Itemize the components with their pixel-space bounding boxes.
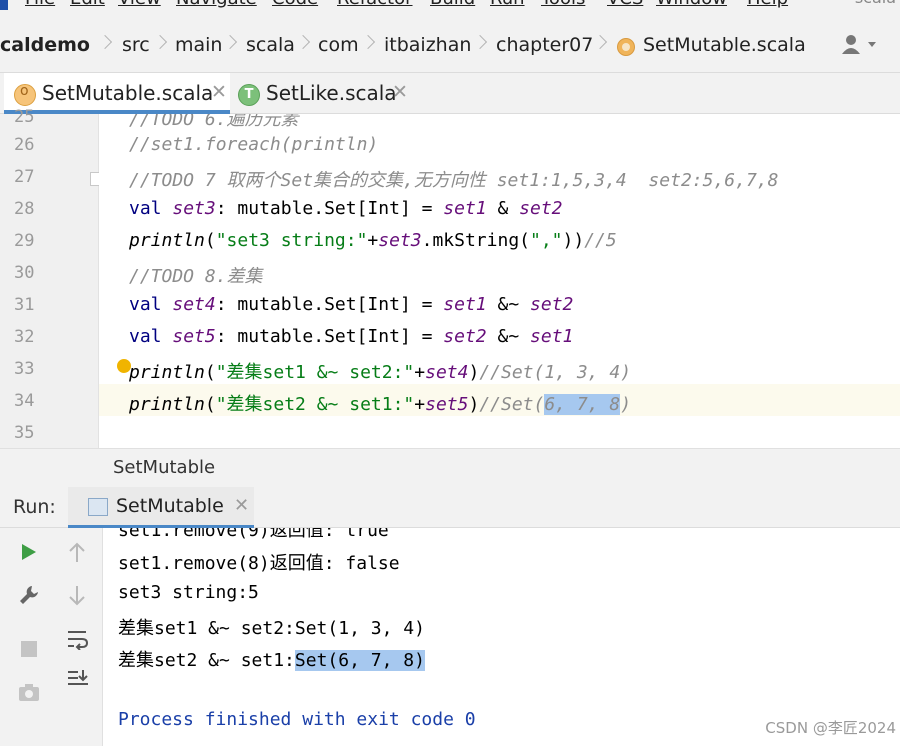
code-line: val set5: mutable.Set[Int] = set2 &~ set… (129, 326, 574, 347)
close-icon[interactable]: ✕ (211, 81, 227, 103)
line-number: 25 (14, 107, 35, 127)
line-number: 28 (14, 199, 35, 219)
run-label: Run: (13, 496, 56, 518)
tab-setlike[interactable]: T SetLike.scala ✕ (232, 73, 412, 113)
run-side-toolbar (0, 528, 60, 746)
breadcrumb-file[interactable]: SetMutable.scala (643, 34, 806, 56)
code-line: //TODO 6.遍历元素 (129, 114, 299, 130)
run-tab-setmutable[interactable]: SetMutable ✕ (68, 487, 254, 528)
chevron-right-icon (363, 32, 373, 54)
scala-object-icon (617, 38, 635, 56)
code-line: println("set3 string:"+set3.mkString(","… (129, 230, 617, 251)
line-number: 29 (14, 231, 35, 251)
arrow-up-icon[interactable] (68, 542, 86, 568)
line-number: 34 (14, 391, 35, 411)
tab-label: SetMutable.scala (42, 81, 214, 105)
user-icon[interactable] (842, 34, 876, 56)
menu-refactor[interactable]: Refactor (337, 0, 413, 9)
line-number: 30 (14, 263, 35, 283)
lightbulb-icon[interactable] (117, 359, 131, 373)
breadcrumb-scala[interactable]: scala (246, 34, 295, 56)
menu-help[interactable]: Help (747, 0, 788, 9)
code-line: val set4: mutable.Set[Int] = set1 &~ set… (129, 294, 574, 315)
line-number: 32 (14, 327, 35, 347)
close-icon[interactable]: ✕ (234, 495, 249, 516)
chevron-right-icon (475, 32, 485, 54)
console-line: 差集set2 &~ set1:Set(6, 7, 8) (118, 650, 425, 671)
project-name: scala (855, 0, 896, 7)
code-line: //set1.foreach(println) (129, 134, 379, 155)
code-line: println("差集set1 &~ set2:"+set4)//Set(1, … (129, 362, 632, 383)
console-line: set1.remove(9)返回值: true (118, 528, 389, 541)
menu-file[interactable]: File (25, 0, 55, 9)
chevron-right-icon (225, 32, 235, 54)
console-exit-line: Process finished with exit code 0 (118, 709, 476, 730)
tab-label: SetLike.scala (266, 81, 397, 105)
menu-bar: File Edit View Navigate Code Refactor Bu… (0, 0, 900, 12)
run-toolbar: Run: SetMutable ✕ (0, 487, 900, 528)
menu-build[interactable]: Build (430, 0, 475, 9)
camera-icon[interactable] (18, 682, 40, 706)
console-line: set1.remove(8)返回值: false (118, 553, 400, 574)
breadcrumb-src[interactable]: src (122, 34, 150, 56)
menu-code[interactable]: Code (272, 0, 318, 9)
menu-navigate[interactable]: Navigate (176, 0, 257, 9)
editor-breadcrumb-bar: SetMutable (0, 448, 900, 487)
line-number: 31 (14, 295, 35, 315)
run-tab-label: SetMutable (116, 495, 224, 517)
code-editor[interactable]: //TODO 6.遍历元素 //set1.foreach(println) //… (99, 114, 900, 448)
menu-edit[interactable]: Edit (70, 0, 105, 9)
code-line: println("差集set2 &~ set1:"+set5)//Set(6, … (129, 394, 632, 415)
scroll-to-end-icon[interactable] (66, 668, 90, 694)
soft-wrap-icon[interactable] (66, 628, 90, 654)
tab-setmutable[interactable]: SetMutable.scala ✕ (4, 73, 230, 114)
menu-window[interactable]: Window (656, 0, 727, 9)
rerun-icon[interactable] (20, 542, 38, 566)
navigation-bar: caldemo src main scala com itbaizhan cha… (0, 12, 900, 73)
menu-view[interactable]: View (118, 0, 161, 9)
breadcrumb-chapter07[interactable]: chapter07 (496, 34, 593, 56)
run-console[interactable]: set1.remove(9)返回值: true set1.remove(8)返回… (103, 528, 900, 746)
wrench-icon[interactable] (18, 584, 40, 610)
run-console-toolbar (60, 528, 103, 746)
scala-object-icon (14, 83, 36, 106)
editor-tab-bar: SetMutable.scala ✕ T SetLike.scala ✕ (0, 73, 900, 114)
close-icon[interactable]: ✕ (392, 81, 408, 103)
chevron-right-icon (155, 32, 165, 54)
console-line: set3 string:5 (118, 582, 259, 603)
line-number-gutter: 25 26 27 28 29 30 31 32 33 34 35 (0, 107, 99, 448)
breadcrumb-main[interactable]: main (175, 34, 222, 56)
chevron-right-icon (595, 32, 605, 54)
code-line: //TODO 8.差集 (129, 266, 263, 287)
menu-tools[interactable]: Tools (541, 0, 585, 9)
chevron-right-icon (298, 32, 308, 54)
stop-icon[interactable] (20, 640, 38, 662)
watermark: CSDN @李匠2024 (765, 719, 896, 737)
breadcrumb-com[interactable]: com (318, 34, 359, 56)
console-icon (88, 498, 108, 516)
line-number: 33 (14, 359, 35, 379)
arrow-down-icon[interactable] (68, 584, 86, 610)
breadcrumb-itbaizhan[interactable]: itbaizhan (384, 34, 471, 56)
line-number: 27 (14, 167, 35, 187)
chevron-right-icon (100, 32, 110, 54)
code-line: //TODO 7 取两个Set集合的交集,无方向性 set1:1,5,3,4 s… (129, 170, 779, 191)
menu-run[interactable]: Run (490, 0, 525, 9)
line-number: 35 (14, 423, 35, 443)
menu-vcs[interactable]: VCS (607, 0, 643, 9)
code-line: val set3: mutable.Set[Int] = set1 & set2 (129, 198, 563, 219)
breadcrumb-project[interactable]: caldemo (0, 34, 90, 56)
app-logo-icon (0, 0, 8, 10)
console-line: 差集set1 &~ set2:Set(1, 3, 4) (118, 618, 425, 639)
line-number: 26 (14, 135, 35, 155)
editor-breadcrumb[interactable]: SetMutable (113, 457, 215, 478)
scala-trait-icon: T (238, 84, 260, 106)
